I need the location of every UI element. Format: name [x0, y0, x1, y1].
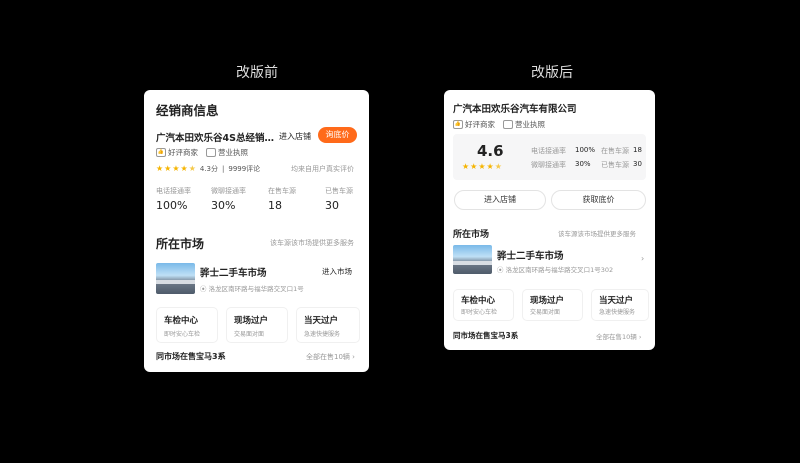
market-name[interactable]: 骅士二手车市场: [200, 265, 267, 279]
star-icon: ★: [494, 162, 502, 171]
review-note: 均来自用户真实评价: [291, 165, 354, 173]
stat-label: 电话接通率: [531, 147, 566, 155]
license-tag: 营业执照: [206, 147, 248, 158]
market-address: ⦿ 洛龙区南环路与福华路交叉口1号302: [497, 266, 614, 274]
star-rating: ★ ★ ★ ★ ★: [462, 163, 502, 171]
before-heading: 改版前: [236, 65, 278, 81]
market-more-link[interactable]: 该车源该市场提供更多服务: [558, 228, 636, 238]
star-rating: ★ ★ ★ ★ ★: [156, 165, 196, 173]
after-card: 广汽本田欢乐谷汽车有限公司 👍 好评商家 营业执照 4.6 ★ ★ ★ ★ ★ 电话接通率…: [444, 90, 655, 350]
good-review-tag: 👍 好评商家: [156, 148, 198, 157]
chevron-right-icon[interactable]: ›: [641, 254, 644, 263]
star-icon: ★: [470, 162, 478, 171]
stat-value: 100%: [575, 146, 596, 154]
thumb-up-icon: 👍: [453, 120, 463, 129]
star-icon: ★: [462, 162, 470, 171]
stat-value: 18: [268, 199, 282, 212]
star-icon: ★: [156, 164, 164, 173]
ask-price-button[interactable]: 询底价: [318, 127, 357, 143]
see-all-link[interactable]: 全部在售10辆 ›: [596, 331, 641, 341]
stat-label: 在售车源: [601, 147, 629, 155]
stat-label: 已售车源: [325, 187, 353, 195]
review-count: 9999评论: [228, 165, 261, 173]
see-all-link[interactable]: 全部在售10辆 ›: [306, 352, 355, 362]
dealer-name[interactable]: 广汽本田欢乐谷4S总经销…: [156, 130, 274, 144]
stat-value: 30%: [575, 160, 591, 168]
same-market-label: 同市场在售宝马3系: [453, 331, 519, 340]
market-photo[interactable]: [453, 245, 492, 274]
rating-row: ★ ★ ★ ★ ★ 4.3分 | 9999评论: [156, 164, 261, 174]
service-card-same-day-transfer[interactable]: 当天过户 急速快捷服务: [296, 307, 360, 343]
market-name[interactable]: 骅士二手车市场: [497, 248, 564, 262]
location-pin-icon: ⦿: [200, 285, 209, 293]
star-icon: ★: [188, 164, 196, 173]
stat-label: 微聊接通率: [531, 161, 566, 169]
service-card-onsite-transfer[interactable]: 现场过户 交易面对面: [226, 307, 288, 343]
market-address: ⦿ 洛龙区南环路与福华路交叉口1号: [200, 285, 304, 293]
market-more-link[interactable]: 该车源该市场提供更多服务: [270, 238, 354, 248]
enter-market-button[interactable]: 进入市场: [322, 266, 352, 277]
get-price-button[interactable]: 获取底价: [551, 190, 646, 210]
same-market-label: 同市场在售宝马3系: [156, 352, 226, 361]
service-card-onsite-transfer[interactable]: 现场过户 交易面对面: [522, 289, 583, 321]
star-icon: ★: [478, 162, 486, 171]
stat-value: 30%: [211, 199, 236, 212]
star-icon: ★: [180, 164, 188, 173]
after-heading: 改版后: [531, 65, 573, 81]
star-icon: ★: [164, 164, 172, 173]
enter-store-button[interactable]: 进入店铺: [279, 131, 311, 142]
service-card-inspection[interactable]: 车检中心 即时安心车检: [453, 289, 514, 321]
stat-label: 电话接通率: [156, 187, 191, 195]
before-card: 经销商信息 广汽本田欢乐谷4S总经销… 进入店铺 询底价 👍 好评商家 营业执照 …: [144, 90, 369, 372]
enter-store-button[interactable]: 进入店铺: [454, 190, 546, 210]
license-icon: [206, 148, 216, 157]
service-card-same-day-transfer[interactable]: 当天过户 急速快捷服务: [591, 289, 649, 321]
star-icon: ★: [486, 162, 494, 171]
star-icon: ★: [172, 164, 180, 173]
service-card-inspection[interactable]: 车检中心 即时安心车检: [156, 307, 218, 343]
dealer-tags: 👍 好评商家 营业执照: [453, 119, 545, 130]
good-review-tag: 👍 好评商家: [453, 120, 495, 129]
stat-value: 30: [633, 160, 642, 168]
dealer-score-panel: 4.6 ★ ★ ★ ★ ★ 电话接通率 100% 在售车源 18 微聊接通率 30% 已…: [453, 134, 646, 180]
market-title: 所在市场: [453, 230, 490, 240]
stat-value: 30: [325, 199, 339, 212]
dealer-info-title: 经销商信息: [156, 103, 219, 118]
stat-value: 100%: [156, 199, 188, 212]
license-tag: 营业执照: [503, 119, 545, 130]
score-value: 4.6: [477, 142, 504, 160]
thumb-up-icon: 👍: [156, 148, 166, 157]
market-photo[interactable]: [156, 263, 195, 294]
stat-label: 已售车源: [601, 161, 629, 169]
rating-text: 4.3分: [199, 165, 218, 173]
dealer-name[interactable]: 广汽本田欢乐谷汽车有限公司: [453, 101, 577, 115]
location-pin-icon: ⦿: [497, 266, 506, 274]
market-title: 所在市场: [156, 237, 205, 251]
dealer-tags: 👍 好评商家 营业执照: [156, 147, 248, 158]
stat-value: 18: [633, 146, 642, 154]
license-icon: [503, 120, 513, 129]
stat-label: 在售车源: [268, 187, 296, 195]
stat-label: 微聊接通率: [211, 187, 246, 195]
